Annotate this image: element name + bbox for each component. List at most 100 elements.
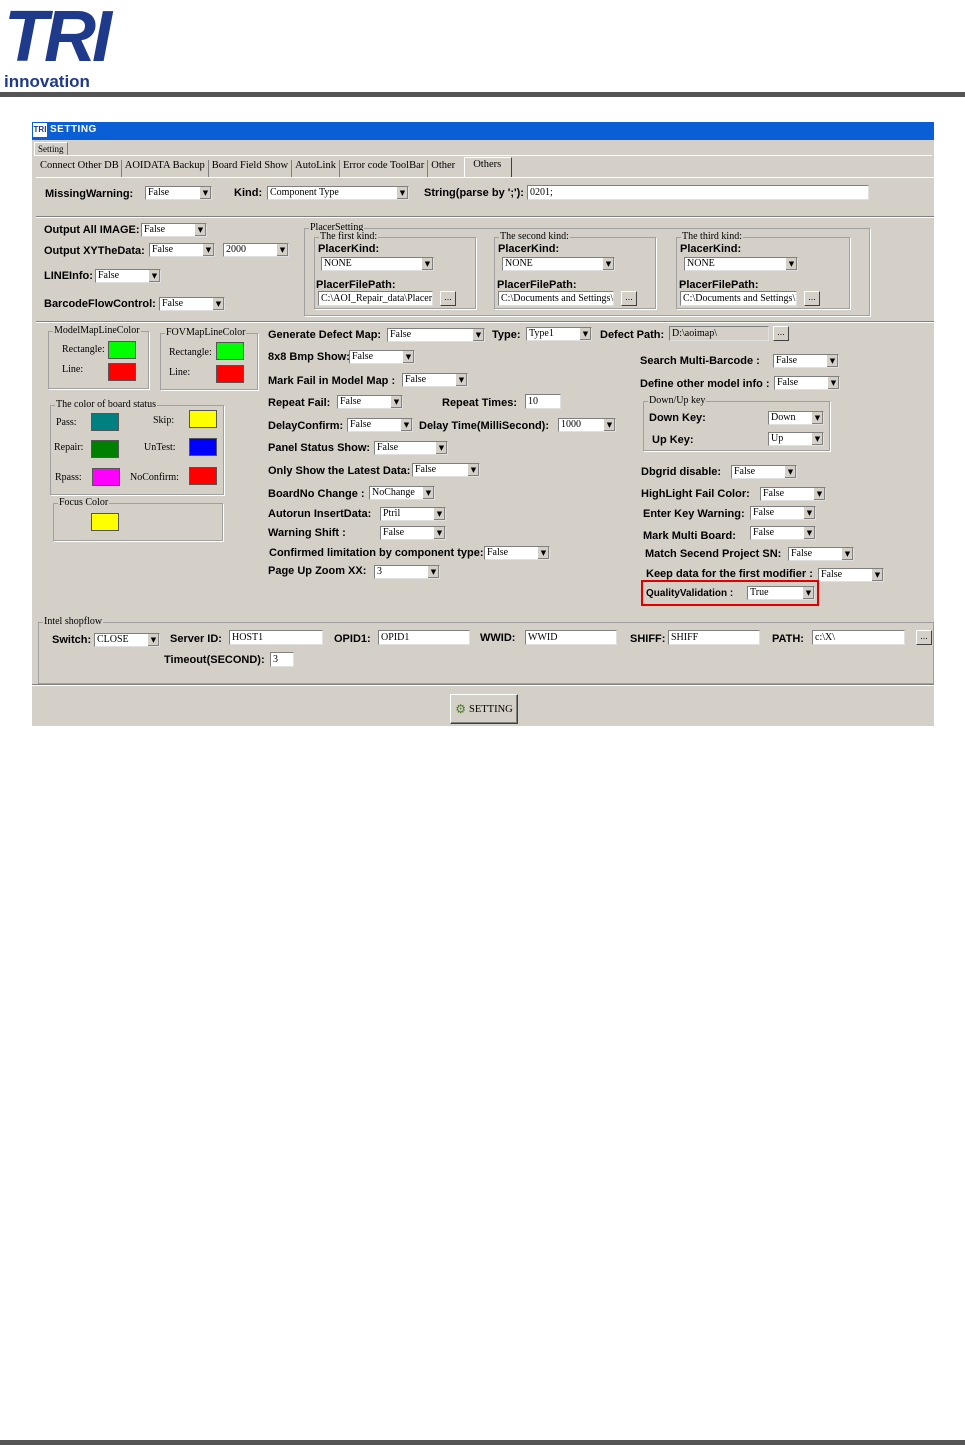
enter-key-warning-select[interactable]: False ▼ bbox=[750, 506, 816, 520]
kind-label: Kind: bbox=[234, 187, 263, 199]
repair-label: Repair: bbox=[54, 442, 84, 453]
bmp-show-select[interactable]: False ▼ bbox=[349, 350, 415, 364]
placer-kind-1-title: The first kind: bbox=[319, 231, 379, 242]
placer-kind-1-value: NONE bbox=[324, 258, 352, 269]
path-input[interactable]: c:\X\ bbox=[812, 630, 905, 645]
output-all-image-select[interactable]: False ▼ bbox=[141, 223, 207, 237]
server-id-input[interactable]: HOST1 bbox=[229, 630, 323, 645]
output-xy-select[interactable]: False ▼ bbox=[149, 243, 215, 257]
quality-validation-label: QualityValidation : bbox=[646, 588, 734, 599]
autorun-insert-select[interactable]: Ptril ▼ bbox=[380, 507, 446, 521]
placer-path-1-browse-button[interactable]: ... bbox=[440, 291, 456, 306]
tab-autolink[interactable]: AutoLink bbox=[292, 160, 340, 178]
page-up-zoom-select[interactable]: 3 ▼ bbox=[374, 565, 440, 579]
down-key-select[interactable]: Down ▼ bbox=[768, 411, 824, 425]
placer-kind-3-select[interactable]: NONE ▼ bbox=[684, 257, 798, 271]
barcode-flow-select[interactable]: False ▼ bbox=[159, 297, 225, 311]
placer-path-1-input[interactable]: C:\AOI_Repair_data\Placer bbox=[318, 291, 433, 306]
header-rule bbox=[0, 92, 965, 97]
placer-path-3-input[interactable]: C:\Documents and Settings\R3 bbox=[680, 291, 797, 306]
setting-button[interactable]: ⚙ SETTING bbox=[450, 694, 518, 724]
highlight-fail-color-value: False bbox=[763, 488, 785, 499]
tab-error-code-toolbar[interactable]: Error code ToolBar bbox=[340, 160, 429, 178]
lineinfo-select[interactable]: False ▼ bbox=[95, 269, 161, 283]
fov-line-color-swatch[interactable] bbox=[216, 365, 244, 383]
wwid-input[interactable]: WWID bbox=[525, 630, 617, 645]
window-title: SETTING bbox=[50, 124, 97, 135]
generate-defect-map-select[interactable]: False ▼ bbox=[387, 328, 485, 342]
shiff-input[interactable]: SHIFF bbox=[668, 630, 760, 645]
warning-shift-label: Warning Shift : bbox=[268, 527, 346, 539]
dbgrid-disable-select[interactable]: False ▼ bbox=[731, 465, 797, 479]
delay-confirm-select[interactable]: False ▼ bbox=[347, 418, 413, 432]
opid1-input[interactable]: OPID1 bbox=[378, 630, 470, 645]
keep-data-select[interactable]: False ▼ bbox=[818, 568, 884, 582]
repair-color-swatch[interactable] bbox=[91, 440, 119, 458]
barcode-flow-label: BarcodeFlowControl: bbox=[44, 298, 156, 310]
latest-data-select[interactable]: False ▼ bbox=[412, 463, 480, 477]
delay-time-select[interactable]: 1000 ▼ bbox=[558, 418, 616, 432]
panel-status-label: Panel Status Show: bbox=[268, 442, 371, 454]
timeout-input[interactable]: 3 bbox=[270, 652, 294, 667]
up-key-select[interactable]: Up ▼ bbox=[768, 432, 824, 446]
confirmed-limitation-select[interactable]: False ▼ bbox=[484, 546, 550, 560]
placer-path-3-browse-button[interactable]: ... bbox=[804, 291, 820, 306]
fov-rectangle-color-swatch[interactable] bbox=[216, 342, 244, 360]
defect-path-input[interactable]: D:\aoimap\ bbox=[669, 326, 769, 341]
placer-path-2-browse-button[interactable]: ... bbox=[621, 291, 637, 306]
placer-kind-1-select[interactable]: NONE ▼ bbox=[321, 257, 434, 271]
defect-path-browse-button[interactable]: ... bbox=[773, 326, 789, 341]
rpass-color-swatch[interactable] bbox=[92, 468, 120, 486]
highlight-fail-color-select[interactable]: False ▼ bbox=[760, 487, 826, 501]
model-rectangle-color-swatch[interactable] bbox=[108, 341, 136, 359]
keep-data-label: Keep data for the first modifier : bbox=[646, 568, 813, 580]
model-line-color-swatch[interactable] bbox=[108, 363, 136, 381]
search-multi-barcode-select[interactable]: False ▼ bbox=[773, 354, 839, 368]
quality-validation-value: True bbox=[750, 587, 769, 598]
switch-select[interactable]: CLOSE ▼ bbox=[94, 633, 160, 647]
string-parse-label: String(parse by ';'): bbox=[424, 187, 524, 199]
untest-color-swatch[interactable] bbox=[189, 438, 217, 456]
kind-select[interactable]: Component Type ▼ bbox=[267, 186, 409, 200]
repeat-times-input[interactable]: 10 bbox=[525, 394, 561, 409]
define-model-info-select[interactable]: False ▼ bbox=[774, 376, 840, 390]
chevron-down-icon: ▼ bbox=[579, 328, 591, 340]
repeat-fail-select[interactable]: False ▼ bbox=[337, 395, 403, 409]
warning-shift-select[interactable]: False ▼ bbox=[380, 526, 446, 540]
match-secend-project-select[interactable]: False ▼ bbox=[788, 547, 854, 561]
type-select[interactable]: Type1 ▼ bbox=[526, 327, 592, 341]
tab-aoidata-backup[interactable]: AOIDATA Backup bbox=[122, 160, 209, 178]
quality-validation-select[interactable]: True ▼ bbox=[747, 586, 815, 600]
chevron-down-icon: ▼ bbox=[422, 487, 434, 499]
bmp-show-label: 8x8 Bmp Show: bbox=[268, 351, 350, 363]
noconfirm-color-swatch[interactable] bbox=[189, 467, 217, 485]
tab-board-field-show[interactable]: Board Field Show bbox=[209, 160, 293, 178]
tab-other[interactable]: Other bbox=[428, 160, 458, 178]
panel-status-value: False bbox=[377, 442, 399, 453]
placer-path-2-input[interactable]: C:\Documents and Settings\R3 bbox=[498, 291, 614, 306]
missing-warning-select[interactable]: False ▼ bbox=[145, 186, 212, 200]
missing-warning-value: False bbox=[148, 187, 170, 198]
path-browse-button[interactable]: ... bbox=[916, 630, 932, 645]
skip-color-swatch[interactable] bbox=[189, 410, 217, 428]
tab-others[interactable]: Others bbox=[464, 157, 513, 178]
string-parse-input[interactable]: 0201; bbox=[527, 185, 869, 200]
mark-fail-select[interactable]: False ▼ bbox=[402, 373, 468, 387]
panel-status-select[interactable]: False ▼ bbox=[374, 441, 448, 455]
pass-color-swatch[interactable] bbox=[91, 413, 119, 431]
repeat-times-label: Repeat Times: bbox=[442, 397, 517, 409]
mark-multi-board-select[interactable]: False ▼ bbox=[750, 526, 816, 540]
placer-kind-2-select[interactable]: NONE ▼ bbox=[502, 257, 615, 271]
placer-path-3-label: PlacerFilePath: bbox=[679, 279, 759, 291]
placer-path-1-label: PlacerFilePath: bbox=[316, 279, 396, 291]
placer-path-2-label: PlacerFilePath: bbox=[497, 279, 577, 291]
tab-setting[interactable]: Setting bbox=[34, 142, 68, 155]
boardno-change-select[interactable]: NoChange ▼ bbox=[369, 486, 435, 500]
mark-fail-value: False bbox=[405, 374, 427, 385]
tab-connect-other-db[interactable]: Connect Other DB bbox=[38, 160, 122, 178]
search-multi-barcode-label: Search Multi-Barcode : bbox=[640, 355, 760, 367]
focus-color-swatch[interactable] bbox=[91, 513, 119, 531]
footer-rule bbox=[0, 1440, 965, 1445]
up-key-value: Up bbox=[771, 433, 784, 444]
output-xy-select-2[interactable]: 2000 ▼ bbox=[223, 243, 289, 257]
